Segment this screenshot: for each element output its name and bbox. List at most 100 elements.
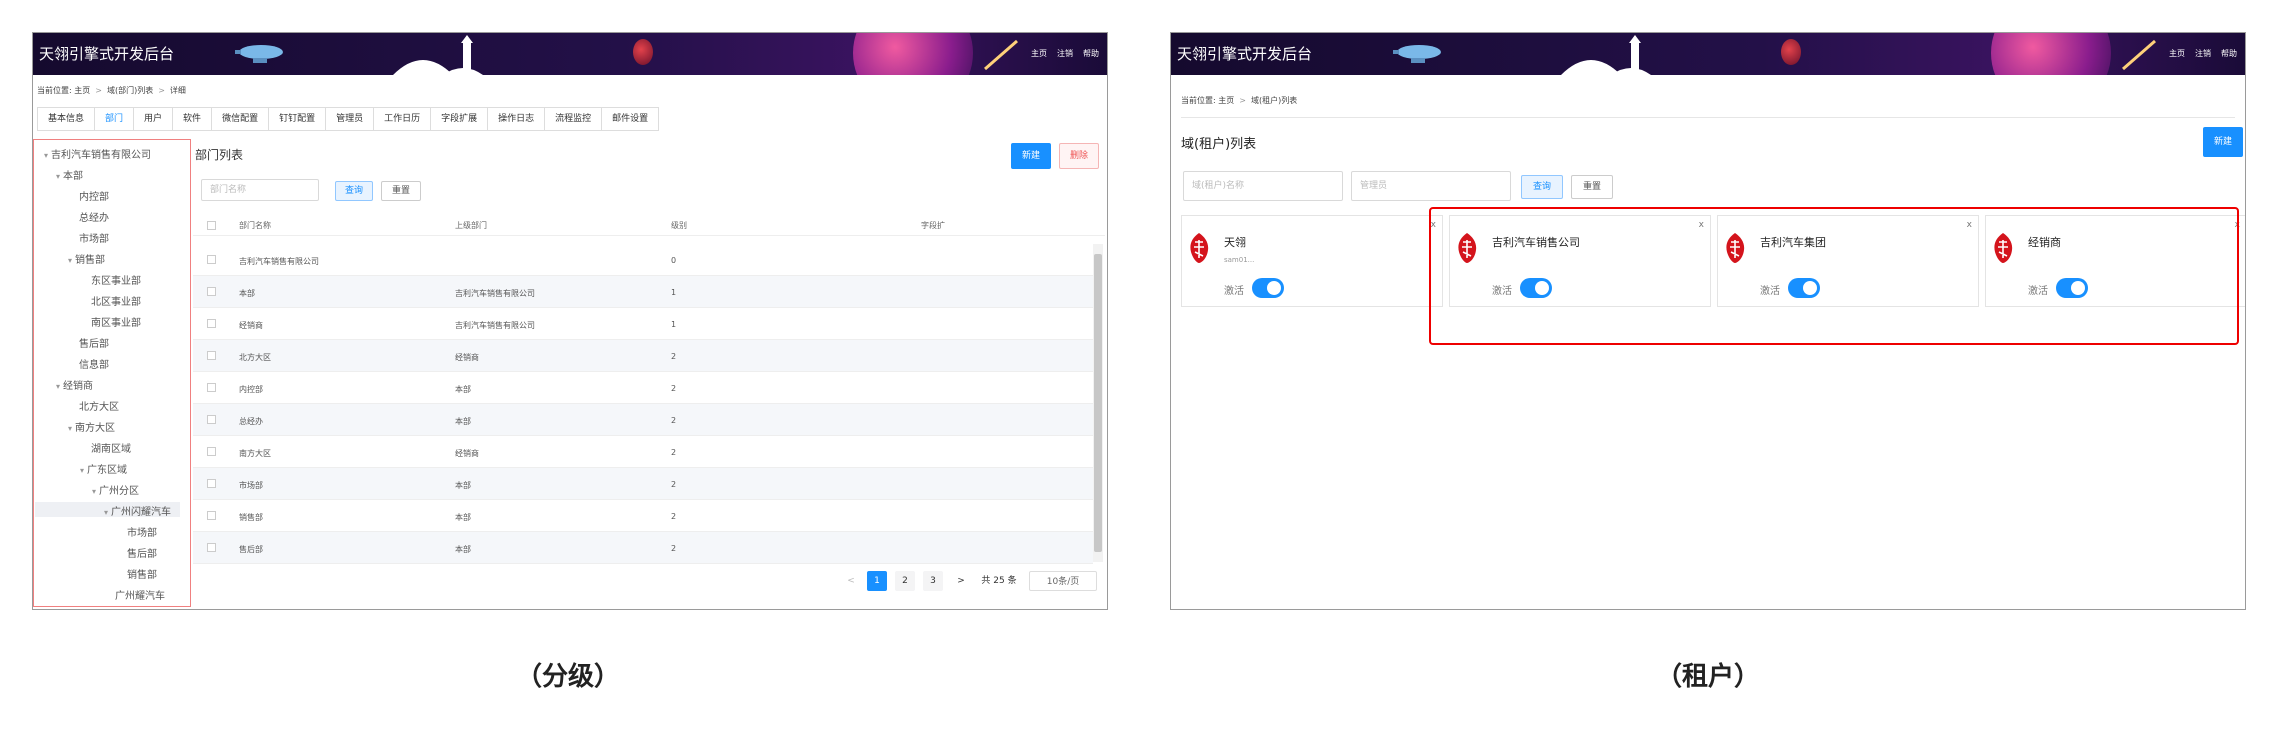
reset-button[interactable]: 重置 (381, 181, 421, 201)
nav-home[interactable]: 主页 (1031, 48, 1047, 59)
table-row[interactable]: 南方大区 经销商 2 (193, 436, 1093, 468)
scrollbar-thumb[interactable] (1094, 254, 1102, 552)
app-title: 天翎引擎式开发后台 (1177, 45, 1313, 63)
table-row[interactable]: 经销商 吉利汽车销售有限公司 1 (193, 308, 1093, 340)
row-checkbox[interactable] (207, 415, 216, 424)
tree-node[interactable]: 湖南区域 (80, 440, 131, 455)
tree-node[interactable]: 东区事业部 (80, 272, 141, 287)
tree-node[interactable]: 售后部 (116, 545, 157, 560)
tree-node[interactable]: ▾ 广东区域 (80, 461, 127, 476)
admin-input[interactable]: 管理员 (1351, 171, 1511, 201)
row-checkbox[interactable] (207, 511, 216, 520)
department-name-input[interactable]: 部门名称 (201, 179, 319, 201)
row-checkbox[interactable] (207, 447, 216, 456)
tree-node[interactable]: 南区事业部 (80, 314, 141, 329)
tab-flow-monitor[interactable]: 流程监控 (544, 107, 603, 131)
tenant-card[interactable]: 天翎 sam01... 激活 x (1181, 215, 1443, 307)
tree-node-label: 湖南区域 (91, 444, 131, 455)
tenant-name-input[interactable]: 域(租户)名称 (1183, 171, 1343, 201)
tree-node[interactable]: ▾ 广州闪耀汽车 (104, 503, 171, 518)
caret-down-icon[interactable]: ▾ (56, 382, 60, 391)
nav-help[interactable]: 帮助 (2221, 48, 2237, 59)
tree-node[interactable]: 信息部 (68, 356, 109, 371)
caption-tenant: （租户） (1656, 662, 1761, 692)
tab-dingtalk-config[interactable]: 钉钉配置 (268, 107, 327, 131)
tree-node[interactable]: ▾ 本部 (56, 167, 83, 182)
tree-node[interactable]: 售后部 (68, 335, 109, 350)
page-2-button[interactable]: 2 (895, 571, 915, 591)
table-row[interactable]: 吉利汽车销售有限公司 0 (193, 244, 1093, 276)
table-row[interactable]: 市场部 本部 2 (193, 468, 1093, 500)
tree-node[interactable]: ▾ 经销商 (56, 377, 93, 392)
prev-page-button[interactable]: < (841, 571, 861, 591)
tree-node[interactable]: ▾ 吉利汽车销售有限公司 (44, 146, 151, 161)
tab-operation-log[interactable]: 操作日志 (487, 107, 546, 131)
row-checkbox[interactable] (207, 255, 216, 264)
caret-down-icon[interactable]: ▾ (68, 424, 72, 433)
row-checkbox[interactable] (207, 351, 216, 360)
breadcrumb: 当前位置: 主页 > 域(租户)列表 (1181, 96, 1298, 105)
caret-down-icon[interactable]: ▾ (56, 172, 60, 181)
table-row[interactable]: 售后部 本部 2 (193, 532, 1093, 564)
table-row[interactable]: 北方大区 经销商 2 (193, 340, 1093, 372)
tree-node[interactable]: 总经办 (68, 209, 109, 224)
table-row[interactable]: 本部 吉利汽车销售有限公司 1 (193, 276, 1093, 308)
caret-down-icon[interactable]: ▾ (80, 466, 84, 475)
active-toggle[interactable] (1252, 278, 1284, 298)
tree-node[interactable]: ▾ 销售部 (68, 251, 105, 266)
row-checkbox[interactable] (207, 383, 216, 392)
caret-down-icon[interactable]: ▾ (92, 487, 96, 496)
tab-wechat-config[interactable]: 微信配置 (211, 107, 270, 131)
row-checkbox[interactable] (207, 319, 216, 328)
page-1-button[interactable]: 1 (867, 571, 887, 591)
table-row[interactable]: 内控部 本部 2 (193, 372, 1093, 404)
caret-down-icon[interactable]: ▾ (68, 256, 72, 265)
row-checkbox[interactable] (207, 479, 216, 488)
caret-down-icon[interactable]: ▾ (104, 508, 108, 517)
tree-node[interactable]: ▾ 南方大区 (68, 419, 115, 434)
cell-parent: 本部 (455, 385, 471, 394)
tab-mail-settings[interactable]: 邮件设置 (601, 107, 660, 131)
tab-departments[interactable]: 部门 (94, 107, 135, 131)
new-department-button[interactable]: 新建 (1011, 143, 1051, 169)
tree-node[interactable]: 内控部 (68, 188, 109, 203)
query-button[interactable]: 查询 (1521, 175, 1563, 199)
cell-level: 2 (671, 544, 677, 553)
nav-home[interactable]: 主页 (2169, 48, 2185, 59)
tree-node[interactable]: 广州耀汽车 (104, 587, 165, 602)
tree-node[interactable]: ▾ 广州分区 (92, 482, 139, 497)
table-row[interactable]: 总经办 本部 2 (193, 404, 1093, 436)
nav-logout[interactable]: 注销 (1057, 48, 1073, 59)
reset-button[interactable]: 重置 (1571, 175, 1613, 199)
tree-node[interactable]: 市场部 (68, 230, 109, 245)
select-all-checkbox[interactable] (207, 221, 216, 230)
nav-help[interactable]: 帮助 (1083, 48, 1099, 59)
breadcrumb-home[interactable]: 当前位置: 主页 (37, 86, 90, 95)
airship-icon (1393, 45, 1441, 63)
query-button[interactable]: 查询 (335, 181, 373, 201)
breadcrumb-list[interactable]: 域(部门)列表 (107, 86, 153, 95)
caret-down-icon[interactable]: ▾ (44, 151, 48, 160)
breadcrumb-home[interactable]: 当前位置: 主页 (1181, 96, 1234, 105)
tab-users[interactable]: 用户 (133, 107, 174, 131)
tab-software[interactable]: 软件 (172, 107, 213, 131)
tree-node[interactable]: 北区事业部 (80, 293, 141, 308)
row-checkbox[interactable] (207, 543, 216, 552)
delete-department-button[interactable]: 删除 (1059, 143, 1099, 169)
page-3-button[interactable]: 3 (923, 571, 943, 591)
table-row[interactable]: 销售部 本部 2 (193, 500, 1093, 532)
row-checkbox[interactable] (207, 287, 216, 296)
nav-logout[interactable]: 注销 (2195, 48, 2211, 59)
cell-name: 经销商 (239, 321, 263, 330)
tree-node[interactable]: 北方大区 (68, 398, 119, 413)
tab-basic-info[interactable]: 基本信息 (37, 107, 96, 131)
new-tenant-button[interactable]: 新建 (2203, 127, 2243, 157)
tree-node[interactable]: 销售部 (116, 566, 157, 581)
table-scrollbar[interactable] (1093, 244, 1103, 562)
tree-node[interactable]: 市场部 (116, 524, 157, 539)
page-size-select[interactable]: 10条/页 (1029, 571, 1097, 591)
next-page-button[interactable]: > (951, 571, 971, 591)
tab-field-extension[interactable]: 字段扩展 (430, 107, 489, 131)
tab-admins[interactable]: 管理员 (325, 107, 375, 131)
tab-work-calendar[interactable]: 工作日历 (373, 107, 432, 131)
